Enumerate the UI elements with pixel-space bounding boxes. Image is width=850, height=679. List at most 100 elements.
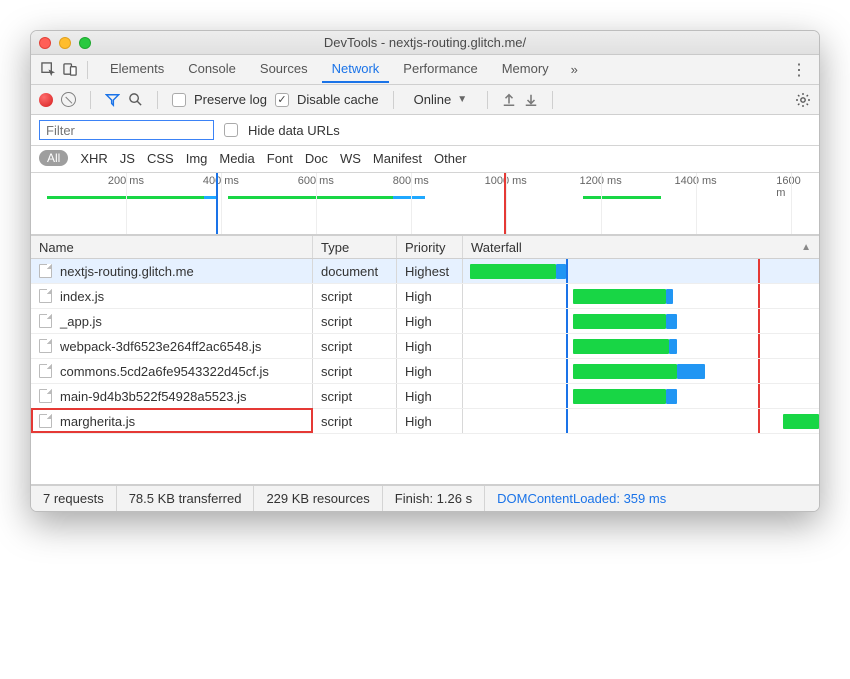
filter-type-img[interactable]: Img: [186, 151, 208, 166]
window-close-button[interactable]: [39, 37, 51, 49]
timeline-overview[interactable]: 200 ms400 ms600 ms800 ms1000 ms1200 ms14…: [31, 173, 819, 235]
filter-type-js[interactable]: JS: [120, 151, 135, 166]
request-type: script: [313, 384, 397, 408]
request-priority: High: [397, 334, 463, 358]
panel-tabs: Elements Console Sources Network Perform…: [100, 56, 586, 83]
inspect-element-icon[interactable]: [37, 59, 59, 81]
tab-network[interactable]: Network: [322, 56, 390, 83]
table-row[interactable]: main-9d4b3b522f54928a5523.js scriptHigh: [31, 384, 819, 409]
status-requests: 7 requests: [31, 486, 117, 511]
titlebar: DevTools - nextjs-routing.glitch.me/: [31, 31, 819, 55]
tab-memory[interactable]: Memory: [492, 56, 559, 83]
request-priority: Highest: [397, 259, 463, 283]
settings-gear-icon[interactable]: [795, 92, 811, 108]
filter-bar: Hide data URLs: [31, 115, 819, 146]
filter-type-xhr[interactable]: XHR: [80, 151, 107, 166]
filter-type-media[interactable]: Media: [219, 151, 254, 166]
window-title: DevTools - nextjs-routing.glitch.me/: [31, 35, 819, 50]
col-header-priority[interactable]: Priority: [397, 236, 463, 258]
chevron-down-icon: ▼: [457, 94, 467, 105]
request-rows: nextjs-routing.glitch.medocumentHighesti…: [31, 259, 819, 485]
upload-har-icon[interactable]: [502, 93, 516, 107]
sort-arrow-icon: ▲: [801, 242, 811, 253]
status-transferred: 78.5 KB transferred: [117, 486, 255, 511]
request-priority: High: [397, 284, 463, 308]
filter-type-all[interactable]: All: [39, 150, 68, 166]
waterfall-cell: [463, 409, 819, 433]
disable-cache-checkbox[interactable]: [275, 93, 289, 107]
network-toolbar: Preserve log Disable cache Online ▼: [31, 85, 819, 115]
request-name: index.js: [60, 289, 104, 304]
file-icon: [39, 364, 52, 378]
status-resources: 229 KB resources: [254, 486, 382, 511]
status-finish: Finish: 1.26 s: [383, 486, 485, 511]
tab-console[interactable]: Console: [178, 56, 246, 83]
throttle-value: Online: [414, 92, 452, 107]
file-icon: [39, 264, 52, 278]
filter-type-other[interactable]: Other: [434, 151, 467, 166]
filter-type-doc[interactable]: Doc: [305, 151, 328, 166]
request-priority: High: [397, 409, 463, 433]
table-header: Name Type Priority Waterfall ▲: [31, 235, 819, 259]
filter-types: All XHR JS CSS Img Media Font Doc WS Man…: [31, 146, 819, 173]
request-type: script: [313, 359, 397, 383]
request-name: webpack-3df6523e264ff2ac6548.js: [60, 339, 261, 354]
request-priority: High: [397, 309, 463, 333]
request-type: script: [313, 409, 397, 433]
table-row[interactable]: commons.5cd2a6fe9543322d45cf.js scriptHig…: [31, 359, 819, 384]
waterfall-cell: [463, 284, 819, 308]
tab-performance[interactable]: Performance: [393, 56, 487, 83]
request-priority: High: [397, 359, 463, 383]
table-row[interactable]: nextjs-routing.glitch.me documentHighest: [31, 259, 819, 284]
table-row[interactable]: margherita.js scriptHigh: [31, 409, 819, 434]
tab-sources[interactable]: Sources: [250, 56, 318, 83]
table-row[interactable]: _app.js scriptHigh: [31, 309, 819, 334]
file-icon: [39, 314, 52, 328]
col-header-type[interactable]: Type: [313, 236, 397, 258]
table-row[interactable]: index.jsscriptHigh: [31, 284, 819, 309]
file-icon: [39, 389, 52, 403]
throttle-dropdown[interactable]: Online ▼: [408, 92, 473, 107]
download-har-icon[interactable]: [524, 93, 538, 107]
window-minimize-button[interactable]: [59, 37, 71, 49]
request-priority: High: [397, 384, 463, 408]
preserve-log-checkbox[interactable]: [172, 93, 186, 107]
waterfall-cell: [463, 259, 819, 283]
hide-data-urls-checkbox[interactable]: [224, 123, 238, 137]
file-icon: [39, 339, 52, 353]
hide-data-urls-label: Hide data URLs: [248, 123, 340, 138]
col-header-name[interactable]: Name: [31, 236, 313, 258]
filter-type-font[interactable]: Font: [267, 151, 293, 166]
tabs-overflow-icon[interactable]: »: [563, 58, 586, 81]
request-name: _app.js: [60, 314, 102, 329]
request-type: document: [313, 259, 397, 283]
window-maximize-button[interactable]: [79, 37, 91, 49]
status-bar: 7 requests 78.5 KB transferred 229 KB re…: [31, 485, 819, 511]
clear-button[interactable]: [61, 92, 76, 107]
filter-type-manifest[interactable]: Manifest: [373, 151, 422, 166]
request-name: commons.5cd2a6fe9543322d45cf.js: [60, 364, 269, 379]
devtools-window: DevTools - nextjs-routing.glitch.me/ Ele…: [30, 30, 820, 512]
table-row[interactable]: webpack-3df6523e264ff2ac6548.js scriptHig…: [31, 334, 819, 359]
col-header-waterfall[interactable]: Waterfall ▲: [463, 236, 819, 258]
filter-toggle-icon[interactable]: [105, 93, 120, 107]
main-tabbar: Elements Console Sources Network Perform…: [31, 55, 819, 85]
status-dcl: DOMContentLoaded: 359 ms: [485, 486, 678, 511]
device-toggle-icon[interactable]: [59, 59, 81, 81]
file-icon: [39, 289, 52, 303]
request-type: script: [313, 309, 397, 333]
filter-type-css[interactable]: CSS: [147, 151, 174, 166]
request-name: main-9d4b3b522f54928a5523.js: [60, 389, 247, 404]
filter-input[interactable]: [39, 120, 214, 140]
request-name: margherita.js: [60, 414, 135, 429]
request-type: script: [313, 334, 397, 358]
waterfall-cell: [463, 334, 819, 358]
waterfall-cell: [463, 309, 819, 333]
more-menu-icon[interactable]: ⋮: [791, 60, 807, 80]
filter-type-ws[interactable]: WS: [340, 151, 361, 166]
search-icon[interactable]: [128, 92, 143, 107]
record-button[interactable]: [39, 93, 53, 107]
tab-elements[interactable]: Elements: [100, 56, 174, 83]
request-name: nextjs-routing.glitch.me: [60, 264, 194, 279]
waterfall-cell: [463, 384, 819, 408]
